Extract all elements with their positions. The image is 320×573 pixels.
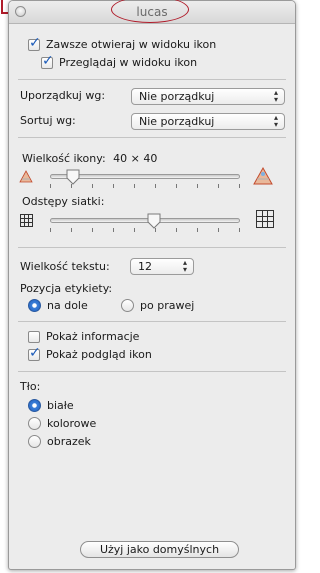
checkbox-icon[interactable] [28,330,40,343]
divider [18,137,286,138]
background-label: Tło: [20,380,41,393]
radio-icon[interactable] [28,435,41,448]
show-icon-preview-checkbox[interactable]: Pokaż podgląd ikon [28,345,152,361]
divider [18,79,286,80]
icon-size-label: Wielkość ikony: 40 × 40 [22,152,157,165]
divider [18,371,286,372]
stepper-arrows-icon: ▴ ▾ [273,88,278,104]
window-title: lucas [136,5,168,19]
label-position-right-radio[interactable]: po prawej [121,299,194,312]
sort-value: Nie porządkuj [139,115,215,128]
small-app-icon [19,170,33,183]
grid-spacing-slider-knob[interactable] [147,213,161,229]
stepper-arrows-icon: ▴ ▾ [273,113,278,129]
sort-select[interactable]: Nie porządkuj ▴ ▾ [131,113,285,130]
background-picture-radio[interactable]: obrazek [28,435,91,448]
radio-icon[interactable] [121,299,134,312]
large-grid-icon [256,210,274,228]
arrange-value: Nie porządkuj [139,90,215,103]
checkbox-label: Pokaż podgląd ikon [46,348,152,361]
divider [18,247,286,248]
browse-icon-view-checkbox[interactable]: Przeglądaj w widoku ikon [41,53,198,69]
checkbox-checked-icon[interactable] [41,53,54,69]
grid-spacing-slider-track[interactable] [50,218,240,223]
always-open-icon-view-checkbox[interactable]: Zawsze otwieraj w widoku ikon [28,35,217,51]
radio-selected-icon[interactable] [28,399,41,412]
radio-label: po prawej [140,299,195,312]
text-size-value: 12 [138,260,152,273]
radio-label: na dole [47,299,88,312]
grid-spacing-ticks [50,228,240,233]
grid-spacing-label: Odstępy siatki: [22,195,105,208]
icon-size-ticks [50,184,240,189]
checkbox-label: Zawsze otwieraj w widoku ikon [46,38,217,51]
radio-selected-icon[interactable] [28,299,41,312]
show-info-checkbox[interactable]: Pokaż informacje [28,330,139,343]
radio-label: białe [47,399,74,412]
divider [18,321,286,322]
radio-label: obrazek [47,435,91,448]
arrange-label: Uporządkuj wg: [20,89,106,102]
checkbox-label: Przeglądaj w widoku ikon [59,56,198,69]
view-options-panel: lucas Zawsze otwieraj w widoku ikon Prze… [8,0,296,570]
checkbox-checked-icon[interactable] [28,35,41,51]
checkbox-label: Pokaż informacje [46,330,140,343]
arrange-select[interactable]: Nie porządkuj ▴ ▾ [131,88,285,105]
background-color-radio[interactable]: kolorowe [28,417,96,430]
text-size-select[interactable]: 12 ▴ ▾ [130,258,194,275]
text-size-label: Wielkość tekstu: [20,260,110,273]
icon-size-label-text: Wielkość ikony: [22,152,106,165]
title-bar: lucas [9,1,295,24]
icon-size-slider-knob[interactable] [66,169,80,185]
radio-icon[interactable] [28,417,41,430]
icon-size-value: 40 × 40 [113,152,158,165]
use-as-defaults-button[interactable]: Użyj jako domyślnych [80,541,239,558]
background-white-radio[interactable]: białe [28,399,74,412]
large-app-icon [253,166,273,185]
stepper-arrows-icon: ▴ ▾ [182,258,187,274]
checkbox-checked-icon[interactable] [28,345,41,361]
sort-label: Sortuj wg: [20,114,76,127]
radio-label: kolorowe [47,417,97,430]
label-position-bottom-radio[interactable]: na dole [28,299,88,312]
label-position-label: Pozycja etykiety: [20,282,113,295]
small-grid-icon [20,214,33,227]
